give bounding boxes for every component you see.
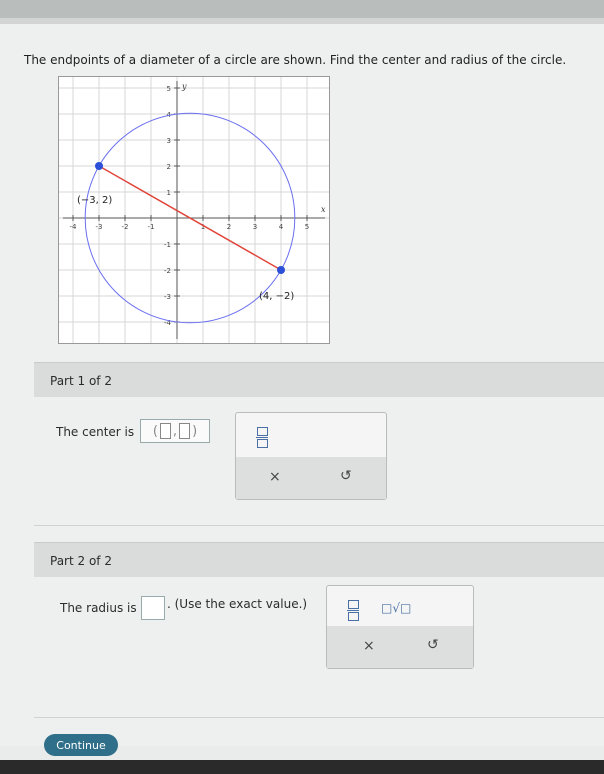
x-tick-label: -3 [96, 223, 103, 231]
part2-math-toolbar: □√□ × ↺ [326, 585, 474, 669]
fraction-icon[interactable] [256, 427, 268, 449]
part2-header[interactable]: Part 2 of 2 [34, 542, 604, 577]
clear-button[interactable]: × [269, 469, 281, 485]
fraction-icon[interactable] [347, 600, 359, 622]
y-axis-label: y [181, 82, 187, 91]
center-x-input[interactable] [159, 423, 171, 439]
x-tick-label: 5 [305, 223, 309, 231]
part1-body: The center is ( , ) × ↺ [34, 397, 604, 526]
center-answer-box[interactable]: ( , ) [140, 419, 210, 443]
part2-title: Part 2 of 2 [50, 554, 112, 568]
undo-button[interactable]: ↺ [340, 468, 352, 484]
part2-toolbar-actions: × ↺ [327, 626, 473, 668]
x-tick-label: 2 [227, 223, 231, 231]
radius-note: . (Use the exact value.) [167, 597, 308, 611]
center-comma: , [172, 423, 178, 439]
endpoint-b-label: (4, −2) [259, 291, 294, 302]
sqrt-icon[interactable]: □√□ [381, 601, 411, 615]
endpoint-a-label: (−3, 2) [77, 195, 112, 206]
endpoint-a [95, 162, 103, 170]
part1-toolbar-actions: × ↺ [236, 457, 386, 499]
coordinate-graph: -5-4-3-2-112345654321-1-2-3-4-5xy(−3, 2)… [58, 76, 330, 344]
y-tick-label: 2 [167, 163, 171, 171]
x-tick-label: 4 [279, 223, 284, 231]
y-tick-label: 1 [167, 189, 171, 197]
continue-button[interactable]: Continue [44, 734, 118, 756]
radius-prompt: The radius is [60, 601, 137, 615]
center-y-input[interactable] [179, 423, 191, 439]
endpoint-b [277, 266, 285, 274]
browser-top-bar [0, 0, 604, 18]
y-tick-label: 3 [167, 137, 171, 145]
clear-button[interactable]: × [363, 638, 375, 654]
undo-button[interactable]: ↺ [427, 637, 439, 653]
part1-math-toolbar: × ↺ [235, 412, 387, 500]
center-close-paren: ) [192, 423, 198, 439]
question-text: The endpoints of a diameter of a circle … [24, 53, 567, 67]
y-tick-label: -3 [164, 293, 171, 301]
part2-body: The radius is . (Use the exact value.) □… [34, 577, 604, 718]
y-tick-label: -1 [164, 241, 171, 249]
screen-bottom-edge [0, 760, 604, 774]
center-open-paren: ( [152, 423, 158, 439]
radius-input[interactable] [141, 596, 165, 620]
x-tick-label: 3 [253, 223, 257, 231]
y-tick-label: -2 [164, 267, 171, 275]
y-tick-label: 5 [167, 85, 171, 93]
x-tick-label: -4 [70, 223, 78, 231]
center-prompt: The center is [56, 425, 135, 439]
part1-title: Part 1 of 2 [50, 374, 112, 388]
part1-header[interactable]: Part 1 of 2 [34, 362, 604, 397]
x-axis-label: x [321, 205, 326, 214]
x-tick-label: -2 [122, 223, 129, 231]
graph-svg: -5-4-3-2-112345654321-1-2-3-4-5xy(−3, 2)… [59, 77, 329, 343]
x-tick-label: -1 [148, 223, 155, 231]
